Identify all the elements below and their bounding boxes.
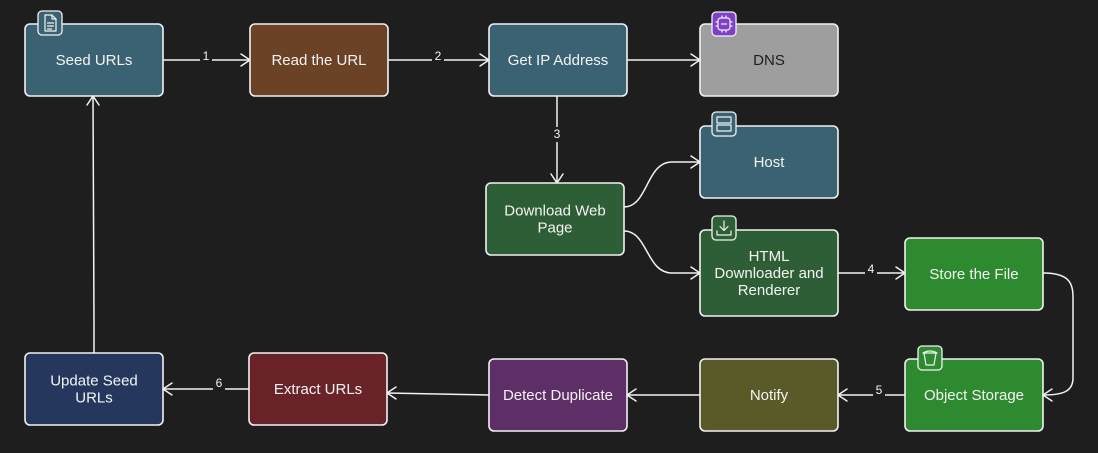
edge-label: 1	[203, 49, 210, 63]
edge-line	[92, 95, 95, 353]
node-label: Renderer	[738, 282, 801, 299]
edge-detect-to-extract	[386, 386, 490, 400]
edge-download-to-html	[623, 230, 701, 280]
edge-extract-to-update: 6	[162, 376, 249, 396]
node-label: Update Seed	[50, 372, 138, 389]
edge-line	[623, 161, 700, 208]
edge-download-to-host	[623, 155, 701, 208]
edge-label: 5	[876, 383, 883, 397]
node-label: Downloader and	[714, 265, 823, 282]
edge-getip-to-download: 3	[550, 96, 564, 184]
edge-line	[623, 230, 700, 274]
edge-label: 4	[868, 262, 875, 276]
node-read[interactable]: Read the URL	[249, 23, 389, 97]
nodes-layer: Seed URLs Read the URL Get IP Address DNS Do…	[24, 23, 1044, 432]
node-label: HTML	[749, 248, 790, 265]
server-icon	[711, 111, 737, 137]
edge-seed-to-read: 1	[163, 49, 251, 67]
edge-label: 2	[435, 49, 442, 63]
edge-store-to-objstore	[1042, 272, 1074, 402]
node-label: Store the File	[929, 266, 1018, 283]
node-label: Get IP Address	[508, 52, 609, 69]
edge-notify-to-detect	[626, 388, 700, 402]
node-label: Download Web	[504, 202, 605, 219]
node-download[interactable]: Download WebPage	[485, 182, 625, 256]
node-label: URLs	[75, 389, 113, 406]
node-update[interactable]: Update SeedURLs	[24, 352, 164, 426]
edge-line	[1042, 272, 1074, 396]
edge-line	[386, 392, 490, 396]
crawler-flow-diagram: 1 2 3 4 5 6 Seed URLs Read the URL Get IP Addre…	[24, 10, 1074, 432]
node-label: Detect Duplicate	[503, 387, 613, 404]
node-label: DNS	[753, 52, 785, 69]
edge-objstore-to-notify: 5	[837, 383, 905, 402]
edge-html-to-store: 4	[838, 262, 906, 280]
node-extract[interactable]: Extract URLs	[248, 352, 388, 426]
node-notify[interactable]: Notify	[699, 358, 839, 432]
edge-read-to-getip: 2	[388, 49, 490, 67]
node-label: Extract URLs	[274, 381, 362, 398]
edge-label: 3	[554, 127, 561, 141]
document-icon	[37, 10, 63, 36]
node-label: Notify	[750, 387, 789, 404]
edge-getip-to-dns	[627, 53, 701, 67]
node-label: Page	[537, 219, 572, 236]
node-label: Object Storage	[924, 387, 1024, 404]
node-detect[interactable]: Detect Duplicate	[488, 358, 628, 432]
icon-badge-bg	[917, 345, 943, 371]
node-html[interactable]: HTMLDownloader andRenderer	[699, 229, 839, 317]
node-label: Read the URL	[271, 52, 366, 69]
node-label: Seed URLs	[56, 52, 133, 69]
download-icon	[711, 215, 737, 241]
node-store[interactable]: Store the File	[904, 237, 1044, 311]
icon-badge-bg	[711, 111, 737, 137]
node-getip[interactable]: Get IP Address	[488, 23, 628, 97]
edge-label: 6	[216, 376, 223, 390]
node-host[interactable]: Host	[699, 125, 839, 199]
edge-update-to-seed	[86, 95, 100, 353]
dns-glyph	[715, 15, 733, 33]
bucket-icon	[917, 345, 943, 371]
dns-service-icon	[711, 11, 737, 37]
node-label: Host	[754, 154, 786, 171]
